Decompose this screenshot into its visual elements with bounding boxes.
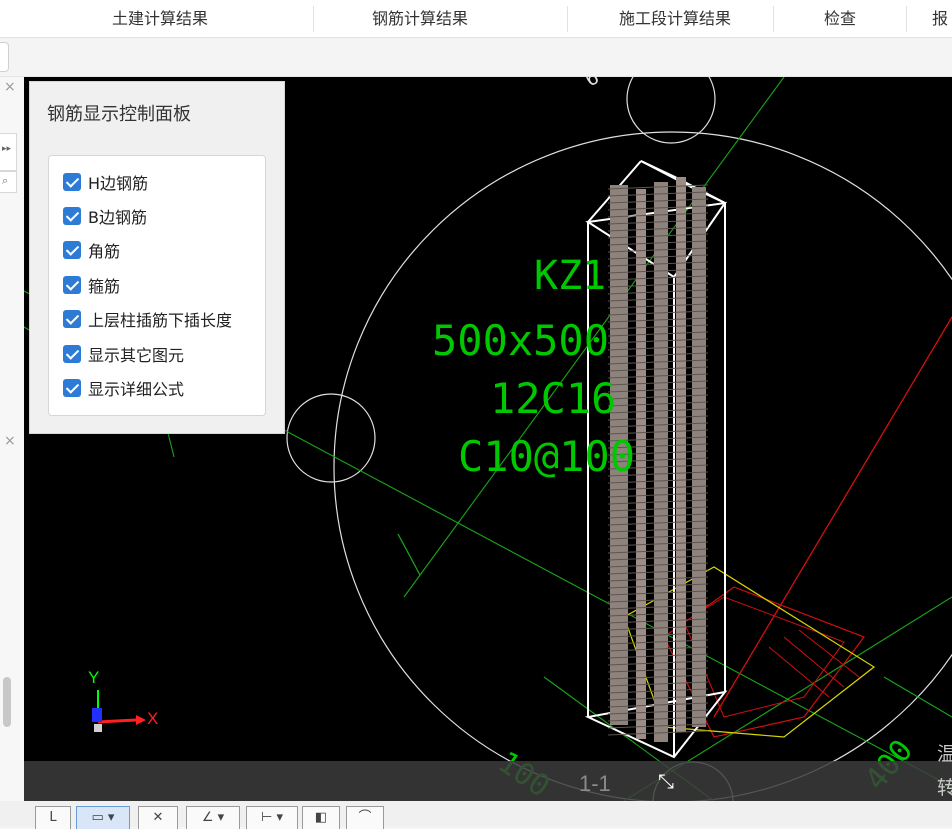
grid-line [883,676,952,718]
option-corner-rebar[interactable]: 角筋 [63,239,120,261]
checkbox-checked[interactable] [63,345,81,363]
rebar-display-control-panel: 钢筋显示控制面板 H边钢筋 B边钢筋 角筋 箍筋 上层柱插筋下插长度 显示其它图… [29,81,285,434]
checkbox-checked[interactable] [63,379,81,397]
corner-hint-text: 温 [937,743,952,765]
rebar-bar [654,182,668,742]
column-name-text: KZ1 [534,253,606,299]
option-h-side-rebar[interactable]: H边钢筋 [63,171,148,193]
fill-icon: ◧ [314,810,328,825]
left-collapsed-panels: × ▸▸ ⌕ × [0,77,24,801]
option-show-detailed-formula[interactable]: 显示详细公式 [63,377,184,399]
corner-hint-text: 转 [937,777,952,799]
search-tab[interactable]: ⌕ [0,171,17,193]
rebar-hatch [798,629,860,678]
rebar-hatch [783,636,845,688]
axis-number-text: 6 [581,77,603,91]
checkbox-checked[interactable] [63,310,81,328]
secondary-toolbar [0,38,952,77]
curve-tool-button[interactable]: ⌒ [346,806,384,829]
menu-rebar-results[interactable]: 钢筋计算结果 [355,0,485,37]
panel-title: 钢筋显示控制面板 [47,104,191,125]
scrollbar-thumb[interactable] [3,677,11,727]
dimension-tick [397,533,421,576]
menu-civil-results[interactable]: 土建计算结果 [95,0,225,37]
offset-icon: ⊢ ▾ [261,810,283,825]
rebar-bar [692,187,706,727]
option-label: 箍筋 [88,277,121,296]
close-icon[interactable]: × [4,80,16,94]
offset-tool-button[interactable]: ⊢ ▾ [246,806,298,829]
angle-tool-button[interactable]: ∠ ▾ [186,806,240,829]
cross-select-icon: ✕ [152,810,164,825]
option-label: 角筋 [88,242,121,261]
rebar-bar [676,177,686,732]
option-stirrup[interactable]: 箍筋 [63,274,120,296]
column-size-text: 500x500 [432,316,609,365]
line-icon: L [49,810,57,825]
curve-icon: ⌒ [358,810,372,825]
rebar-hatch [768,646,830,698]
option-label: 上层柱插筋下插长度 [88,311,233,330]
top-menu-bar: 土建计算结果 钢筋计算结果 施工段计算结果 检查 报 [0,0,952,38]
axis-bubble [286,393,376,483]
axis-x-label: X [147,709,159,728]
angle-icon: ∠ ▾ [201,810,225,825]
option-label: 显示详细公式 [88,380,185,399]
section-label: 1-1 [579,771,611,796]
option-b-side-rebar[interactable]: B边钢筋 [63,205,147,227]
menu-divider [313,6,314,32]
line-tool-button[interactable]: L [35,806,71,829]
stirrup-rebar-text: C10@100 [458,432,635,481]
options-box: H边钢筋 B边钢筋 角筋 箍筋 上层柱插筋下插长度 显示其它图元 显示详细公式 [48,155,266,416]
menu-divider [567,6,568,32]
menu-report[interactable]: 报 [932,0,952,37]
expand-icon[interactable]: ▸▸ [2,144,11,154]
checkbox-checked[interactable] [63,207,81,225]
checkbox-checked[interactable] [63,173,81,191]
drawing-toolbar: L ▭ ▾ ✕ ∠ ▾ ⊢ ▾ ◧ ⌒ [0,801,952,829]
menu-construction-stage-results[interactable]: 施工段计算结果 [600,0,750,37]
rectangle-tool-button[interactable]: ▭ ▾ [76,806,130,829]
option-label: B边钢筋 [88,208,147,227]
rectangle-icon: ▭ ▾ [91,810,115,825]
menu-divider [773,6,774,32]
checkbox-checked[interactable] [63,241,81,259]
search-icon[interactable]: ⌕ [2,174,8,188]
axis-gizmo-icon [92,690,146,732]
viewport-status-overlay [24,761,952,801]
cross-select-tool-button[interactable]: ✕ [138,806,178,829]
option-label: 显示其它图元 [88,346,185,365]
main-rebar-text: 12C16 [490,374,616,423]
collapse-arrows-icon[interactable]: ⤡ [658,769,674,793]
collapsed-input[interactable] [0,42,9,72]
option-label: H边钢筋 [88,174,149,193]
option-show-other-elements[interactable]: 显示其它图元 [63,343,184,365]
close-icon[interactable]: × [4,434,16,448]
checkbox-checked[interactable] [63,276,81,294]
menu-divider [906,6,907,32]
collapsed-panel-tab[interactable]: ▸▸ [0,133,17,171]
option-upper-column-dowel-length[interactable]: 上层柱插筋下插长度 [63,308,232,330]
menu-check[interactable]: 检查 [808,0,872,37]
fill-tool-button[interactable]: ◧ [302,806,340,829]
